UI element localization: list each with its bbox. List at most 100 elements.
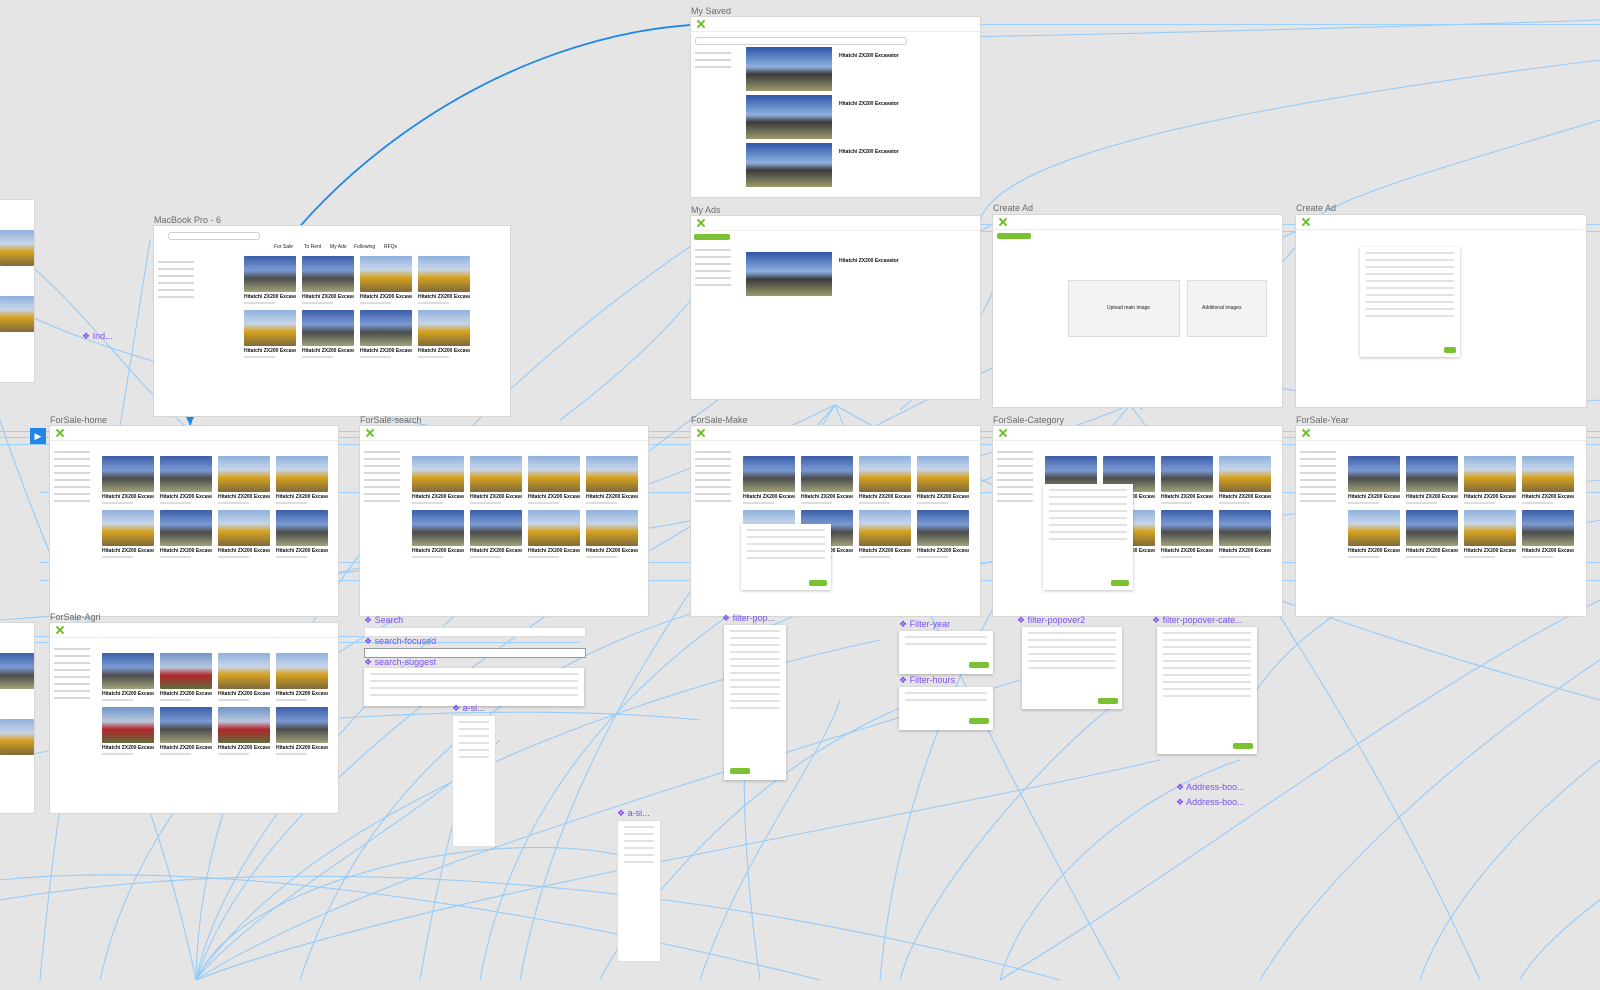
- listing-card[interactable]: Hitatchi ZX200 Excavator: [218, 456, 270, 504]
- frame-create-ad-2[interactable]: [1296, 215, 1586, 407]
- listing-card[interactable]: Hitatchi ZX200 Excavator: [244, 310, 296, 358]
- component-search-focused[interactable]: ❖ search-focused: [364, 636, 436, 647]
- listing-card[interactable]: Hitatchi ZX200 Excavator: [276, 653, 328, 701]
- listing-card[interactable]: Hitatchi ZX200 Excavator: [586, 510, 638, 558]
- frame-my-ads[interactable]: Hitatchi ZX200 Excavator: [691, 216, 980, 399]
- listing-card[interactable]: Hitatchi ZX200 Excavator: [302, 310, 354, 358]
- listing-card[interactable]: Hitatchi ZX200 Excavator: [276, 510, 328, 558]
- listing-card[interactable]: Hitatchi ZX200 Excavator: [412, 510, 464, 558]
- tab-following[interactable]: Following: [354, 244, 375, 250]
- listing-card[interactable]: Hitatchi ZX200 Excavator: [528, 510, 580, 558]
- listing-card[interactable]: Hitatchi ZX200 Excavator: [160, 456, 212, 504]
- apply-filter-button[interactable]: [1098, 698, 1118, 704]
- listing-card[interactable]: Hitatchi ZX200 Excavator: [102, 510, 154, 558]
- listing-card[interactable]: Hitatchi ZX200 Excavator: [102, 707, 154, 755]
- listing-card[interactable]: Hitatchi ZX200 Excavator: [1348, 456, 1400, 504]
- listing-card[interactable]: Hitatchi ZX200 Excavator: [102, 653, 154, 701]
- apply-filter-button[interactable]: [809, 580, 827, 586]
- listing-card[interactable]: Hitatchi ZX200 Excavator: [1522, 510, 1574, 558]
- listing-card[interactable]: Hitatchi ZX200 Excavator: [743, 456, 795, 504]
- listing-card[interactable]: Hitatchi ZX200 Excavator: [218, 707, 270, 755]
- select-button[interactable]: [1444, 347, 1456, 353]
- listing-card[interactable]: Hitatchi ZX200 Excavator: [1522, 456, 1574, 504]
- component-filter-pop[interactable]: ❖ filter-pop...: [722, 613, 775, 624]
- tab-to-rent[interactable]: To Rent: [304, 244, 321, 250]
- apply-filter-button[interactable]: [969, 662, 989, 668]
- listing-card[interactable]: Hitatchi ZX200 Excavator: [801, 456, 853, 504]
- frame-forsale-category[interactable]: Hitatchi ZX200 Excavator Hitatchi ZX200 …: [993, 426, 1282, 616]
- listing-card[interactable]: Hitatchi ZX200 Excavator: [1219, 456, 1271, 504]
- upload-main-image-area[interactable]: Upload main image: [1068, 280, 1180, 337]
- frame-offscreen-left[interactable]: [0, 200, 34, 382]
- component-address-book-1[interactable]: ❖ Address-boo...: [1176, 782, 1245, 793]
- component-a-si-2[interactable]: ❖ a-si...: [617, 808, 650, 819]
- listing-card[interactable]: Hitatchi ZX200 Excavator: [917, 510, 969, 558]
- frame-forsale-home[interactable]: Hitatchi ZX200 Excavator Hitatchi ZX200 …: [50, 426, 338, 616]
- component-filter-popover-category[interactable]: ❖ filter-popover-cate...: [1152, 615, 1243, 626]
- frame-forsale-make[interactable]: Hitatchi ZX200 Excavator Hitatchi ZX200 …: [691, 426, 980, 616]
- listing-image[interactable]: [746, 95, 832, 139]
- listing-image[interactable]: [746, 252, 832, 296]
- frame-offscreen-left-2[interactable]: [0, 623, 34, 813]
- component-search[interactable]: ❖ Search: [364, 615, 403, 626]
- frame-my-saved[interactable]: Hitatchi ZX200 Excavator Hitatchi ZX200 …: [691, 17, 980, 197]
- listing-card[interactable]: Hitatchi ZX200 Excavator: [1348, 510, 1400, 558]
- listing-card[interactable]: Hitatchi ZX200 Excavator: [1161, 456, 1213, 504]
- listing-card[interactable]: Hitatchi ZX200 Excavator: [218, 510, 270, 558]
- component-filter-hours[interactable]: ❖ Filter-hours: [899, 675, 955, 686]
- listing-image[interactable]: [746, 143, 832, 187]
- listing-card[interactable]: Hitatchi ZX200 Excavator: [276, 707, 328, 755]
- listing-card[interactable]: Hitatchi ZX200 Excavator: [586, 456, 638, 504]
- frame-macbook-pro-6[interactable]: For Sale To Rent My Ads Following RFQs H…: [154, 226, 510, 416]
- listing-card[interactable]: Hitatchi ZX200 Excavator: [859, 456, 911, 504]
- frame-forsale-agri[interactable]: Hitatchi ZX200 Excavator Hitatchi ZX200 …: [50, 623, 338, 813]
- component-address-book-2[interactable]: ❖ Address-boo...: [1176, 797, 1245, 808]
- listing-card[interactable]: Hitatchi ZX200 Excavator: [1464, 456, 1516, 504]
- listing-card[interactable]: Hitatchi ZX200 Excavator: [470, 510, 522, 558]
- tab-my-ads[interactable]: My Ads: [330, 244, 346, 250]
- category-dropdown[interactable]: [1360, 247, 1460, 357]
- frame-create-ad[interactable]: Upload main image Additional images: [993, 215, 1282, 407]
- listing-card[interactable]: Hitatchi ZX200 Excavator: [276, 456, 328, 504]
- listing-card[interactable]: Hitatchi ZX200 Excavator: [302, 256, 354, 304]
- make-popover[interactable]: [741, 524, 831, 590]
- search-input[interactable]: [168, 232, 260, 240]
- tab-for-sale[interactable]: For Sale: [274, 244, 293, 250]
- listing-card[interactable]: Hitatchi ZX200 Excavator: [360, 256, 412, 304]
- listing-card[interactable]: Hitatchi ZX200 Excavator: [418, 256, 470, 304]
- listing-card[interactable]: Hitatchi ZX200 Excavator: [1219, 510, 1271, 558]
- listing-card[interactable]: Hitatchi ZX200 Excavator: [1406, 456, 1458, 504]
- listing-card[interactable]: Hitatchi ZX200 Excavator: [102, 456, 154, 504]
- search-input[interactable]: [695, 37, 907, 45]
- component-search-suggest[interactable]: ❖ search-suggest: [364, 657, 436, 668]
- component-filter-year[interactable]: ❖ Filter-year: [899, 619, 950, 630]
- apply-filter-button[interactable]: [1233, 743, 1253, 749]
- create-ad-button[interactable]: [694, 234, 730, 240]
- listing-card[interactable]: Hitatchi ZX200 Excavator: [412, 456, 464, 504]
- frame-forsale-search[interactable]: Hitatchi ZX200 Excavator Hitatchi ZX200 …: [360, 426, 648, 616]
- listing-card[interactable]: Hitatchi ZX200 Excavator: [1464, 510, 1516, 558]
- listing-card[interactable]: Hitatchi ZX200 Excavator: [418, 310, 470, 358]
- listing-card[interactable]: Hitatchi ZX200 Excavator: [160, 707, 212, 755]
- listing-card[interactable]: Hitatchi ZX200 Excavator: [1406, 510, 1458, 558]
- component-filter-popover2[interactable]: ❖ filter-popover2: [1017, 615, 1085, 626]
- listing-card[interactable]: Hitatchi ZX200 Excavator: [917, 456, 969, 504]
- frame-forsale-year[interactable]: Hitatchi ZX200 Excavator Hitatchi ZX200 …: [1296, 426, 1586, 616]
- listing-card[interactable]: Hitatchi ZX200 Excavator: [528, 456, 580, 504]
- component-a-si-1[interactable]: ❖ a-si...: [452, 703, 485, 714]
- listing-card[interactable]: Hitatchi ZX200 Excavator: [859, 510, 911, 558]
- prototype-start-play-icon[interactable]: ▶: [30, 428, 46, 444]
- tab-rfqs[interactable]: RFQs: [384, 244, 397, 250]
- apply-filter-button[interactable]: [730, 768, 750, 774]
- listing-card[interactable]: Hitatchi ZX200 Excavator: [160, 510, 212, 558]
- category-popover[interactable]: [1043, 484, 1133, 590]
- listing-card[interactable]: Hitatchi ZX200 Excavator: [218, 653, 270, 701]
- listing-image[interactable]: [746, 47, 832, 91]
- listing-card[interactable]: Hitatchi ZX200 Excavator: [1161, 510, 1213, 558]
- listing-card[interactable]: Hitatchi ZX200 Excavator: [360, 310, 412, 358]
- additional-images-area[interactable]: Additional images: [1187, 280, 1267, 337]
- component-ind[interactable]: ❖ Ind...: [82, 331, 113, 342]
- listing-card[interactable]: Hitatchi ZX200 Excavator: [470, 456, 522, 504]
- apply-filter-button[interactable]: [1111, 580, 1129, 586]
- listing-card[interactable]: Hitatchi ZX200 Excavator: [244, 256, 296, 304]
